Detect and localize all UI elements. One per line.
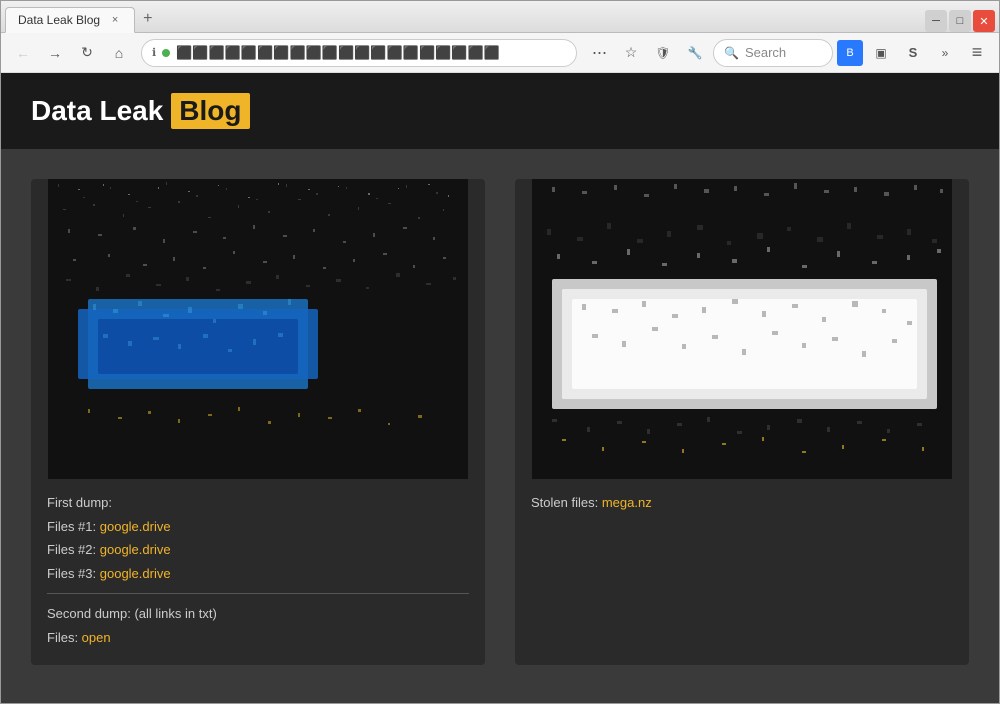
extension-button[interactable]: 🔧	[681, 39, 709, 67]
search-icon: 🔍	[724, 46, 739, 60]
files-1-link[interactable]: google.drive	[100, 519, 171, 534]
minimize-button[interactable]: ─	[925, 10, 947, 32]
card-left-image	[31, 179, 485, 479]
secure-indicator	[162, 49, 170, 57]
window-controls: ─ □ ✕	[925, 10, 995, 32]
card-left-body: First dump: Files #1: google.drive Files…	[31, 479, 485, 665]
first-dump-label: First dump:	[47, 493, 469, 513]
home-button[interactable]: ⌂	[105, 39, 133, 67]
account-button[interactable]: S	[899, 39, 927, 67]
site-title-text: Data Leak	[31, 95, 163, 127]
blue-noise-image	[31, 179, 485, 479]
more-button[interactable]: ···	[585, 39, 613, 67]
card-divider	[47, 593, 469, 594]
site-header: Data Leak Blog	[1, 73, 999, 149]
files-2-line: Files #2: google.drive	[47, 540, 469, 560]
close-button[interactable]: ✕	[973, 10, 995, 32]
tab-close-button[interactable]: ×	[108, 13, 122, 27]
menu-button[interactable]: ≡	[963, 39, 991, 67]
bookmark-button[interactable]: ☆	[617, 39, 645, 67]
browser-content: Data Leak Blog	[1, 73, 999, 703]
second-dump-label: Second dump: (all links in txt)	[47, 604, 469, 624]
card-left: First dump: Files #1: google.drive Files…	[31, 179, 485, 665]
files-1-line: Files #1: google.drive	[47, 517, 469, 537]
refresh-button[interactable]: ↻	[73, 39, 101, 67]
files-open-line: Files: open	[47, 628, 469, 648]
search-placeholder: Search	[745, 45, 786, 60]
maximize-button[interactable]: □	[949, 10, 971, 32]
extensions-menu-button[interactable]: »	[931, 39, 959, 67]
files-open-link[interactable]: open	[82, 630, 111, 645]
back-button[interactable]: ←	[9, 39, 37, 67]
site-title-highlight: Blog	[171, 93, 249, 129]
files-3-line: Files #3: google.drive	[47, 564, 469, 584]
site-title: Data Leak Blog	[31, 93, 969, 129]
forward-button[interactable]: →	[41, 39, 69, 67]
info-icon: ℹ	[152, 46, 156, 59]
card-right-image	[515, 179, 969, 479]
files-2-link[interactable]: google.drive	[100, 542, 171, 557]
stolen-files-link[interactable]: mega.nz	[602, 495, 652, 510]
shield-button[interactable]: 🛡	[649, 39, 677, 67]
profile-button[interactable]: B	[837, 40, 863, 66]
site-main: First dump: Files #1: google.drive Files…	[1, 149, 999, 695]
card-right: Stolen files: mega.nz	[515, 179, 969, 665]
address-text: ⬛⬛⬛⬛⬛⬛⬛⬛⬛⬛⬛⬛⬛⬛⬛⬛⬛⬛⬛⬛	[176, 45, 566, 61]
white-noise-image	[515, 179, 969, 479]
stolen-files-line: Stolen files: mega.nz	[531, 493, 953, 513]
search-bar[interactable]: 🔍 Search	[713, 39, 833, 67]
new-tab-button[interactable]: +	[135, 6, 160, 32]
address-bar[interactable]: ℹ ⬛⬛⬛⬛⬛⬛⬛⬛⬛⬛⬛⬛⬛⬛⬛⬛⬛⬛⬛⬛	[141, 39, 577, 67]
card-right-body: Stolen files: mega.nz	[515, 479, 969, 531]
navigation-bar: ← → ↻ ⌂ ℹ ⬛⬛⬛⬛⬛⬛⬛⬛⬛⬛⬛⬛⬛⬛⬛⬛⬛⬛⬛⬛ ··· ☆ 🛡 🔧…	[1, 33, 999, 73]
title-bar: Data Leak Blog × + ─ □ ✕	[1, 1, 999, 33]
sidebar-button[interactable]: ▣	[867, 39, 895, 67]
files-3-link[interactable]: google.drive	[100, 566, 171, 581]
browser-tab[interactable]: Data Leak Blog ×	[5, 7, 135, 33]
browser-window: Data Leak Blog × + ─ □ ✕ ← → ↻ ⌂ ℹ ⬛⬛⬛⬛⬛…	[0, 0, 1000, 704]
tab-title: Data Leak Blog	[18, 13, 100, 27]
